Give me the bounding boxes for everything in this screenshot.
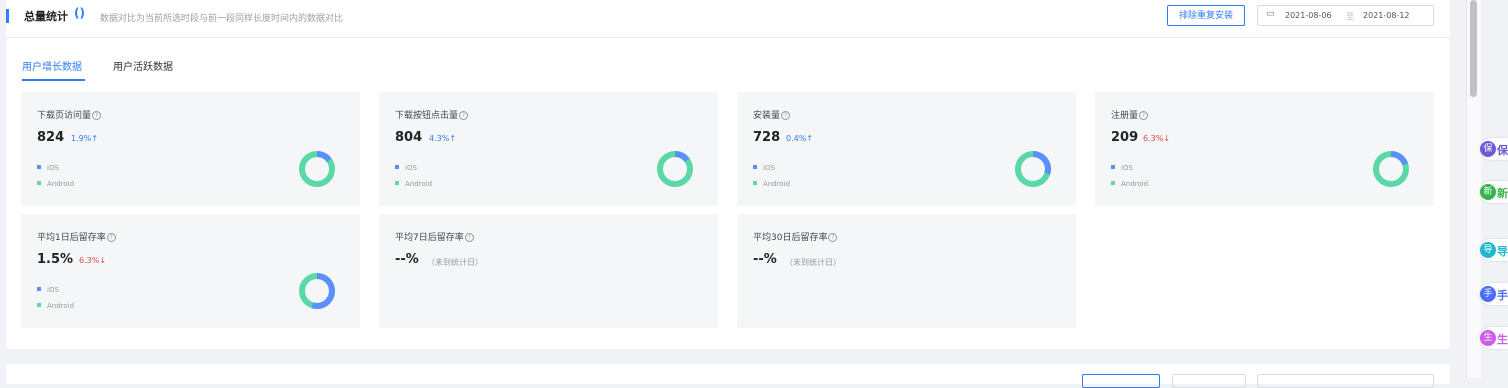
shortcut-icon: 新 xyxy=(1480,184,1496,200)
section-title: 总量统计 xyxy=(24,10,68,23)
next-panel-primary-button[interactable] xyxy=(1082,374,1160,388)
date-end[interactable]: 2021-08-12 xyxy=(1363,11,1410,20)
date-start[interactable]: 2021-08-06 xyxy=(1285,11,1332,20)
title-accent-bar xyxy=(6,9,9,23)
stat-card-day30-retention: 平均30日后留存率? --% （未到统计日） xyxy=(737,214,1076,328)
help-icon[interactable]: ? xyxy=(92,111,102,120)
next-panel xyxy=(6,364,1450,388)
floating-shortcut-4[interactable]: 手 手 xyxy=(1480,283,1508,305)
change-percent: 6.3%↓ xyxy=(1143,134,1171,143)
legend-ios: iOS xyxy=(753,164,775,172)
legend-android: Android xyxy=(395,180,432,188)
arrow-up-icon: ↑ xyxy=(806,134,814,143)
change-percent: 1.9%↑ xyxy=(71,134,99,143)
donut-chart xyxy=(299,151,335,187)
card-title: 下载页访问量? xyxy=(37,108,102,121)
stat-card-download-page-visits: 下载页访问量? 824 1.9%↑ iOS Android xyxy=(21,92,360,206)
not-reached-note: （未到统计日） xyxy=(427,258,483,267)
card-value: 804 xyxy=(395,130,423,145)
change-percent: 4.3%↑ xyxy=(429,134,457,143)
legend-ios: iOS xyxy=(395,164,417,172)
card-title: 平均1日后留存率? xyxy=(37,230,116,243)
legend-ios: iOS xyxy=(1111,164,1133,172)
shortcut-icon: 生 xyxy=(1480,330,1496,346)
stat-card-day1-retention: 平均1日后留存率? 1.5% 6.3%↓ iOS Android xyxy=(21,214,360,328)
card-title: 安装量? xyxy=(753,108,791,121)
exclude-duplicate-install-button[interactable]: 排除重复安装 xyxy=(1167,5,1245,26)
shortcut-label: 保 xyxy=(1497,144,1508,157)
arrow-down-icon: ↓ xyxy=(1163,134,1171,143)
next-panel-date-picker[interactable] xyxy=(1257,374,1434,388)
loading-spinner-icon: () xyxy=(74,6,85,20)
legend-android: Android xyxy=(753,180,790,188)
card-title: 平均30日后留存率? xyxy=(753,230,838,243)
shortcut-label: 新 xyxy=(1497,187,1508,200)
help-icon[interactable]: ? xyxy=(459,111,469,120)
shortcut-icon: 导 xyxy=(1480,242,1496,258)
shortcut-label: 导 xyxy=(1497,245,1508,258)
next-panel-secondary-button[interactable] xyxy=(1172,374,1246,388)
donut-chart xyxy=(657,151,693,187)
shortcut-label: 手 xyxy=(1497,289,1508,302)
card-title: 平均7日后留存率? xyxy=(395,230,474,243)
floating-shortcut-3[interactable]: 导 导 xyxy=(1480,239,1508,261)
arrow-up-icon: ↑ xyxy=(91,134,99,143)
donut-chart xyxy=(1373,151,1409,187)
not-reached-note: （未到统计日） xyxy=(785,258,841,267)
summary-header: 总量统计 () 数据对比为当前所选时段与前一段同样长度时间内的数据对比 排除重复… xyxy=(6,0,1450,38)
arrow-down-icon: ↓ xyxy=(99,256,107,265)
card-value: 728 xyxy=(753,130,781,145)
help-icon[interactable]: ? xyxy=(464,233,474,242)
card-title: 注册量? xyxy=(1111,108,1149,121)
legend-ios: iOS xyxy=(37,164,59,172)
floating-shortcut-2[interactable]: 新 新 xyxy=(1480,181,1508,203)
scrollbar-thumb[interactable] xyxy=(1470,0,1477,97)
help-icon[interactable]: ? xyxy=(828,233,838,242)
calendar-icon: ▭ xyxy=(1266,9,1275,19)
shortcut-icon: 手 xyxy=(1480,286,1496,302)
help-icon[interactable]: ? xyxy=(1139,111,1149,120)
donut-chart xyxy=(1015,151,1051,187)
shortcut-icon: 保 xyxy=(1480,141,1496,157)
date-separator: 至 xyxy=(1346,12,1354,21)
donut-chart xyxy=(299,273,335,309)
stat-card-day7-retention: 平均7日后留存率? --% （未到统计日） xyxy=(379,214,718,328)
legend-android: Android xyxy=(37,302,74,310)
active-tab-indicator xyxy=(22,79,85,81)
summary-panel: 总量统计 () 数据对比为当前所选时段与前一段同样长度时间内的数据对比 排除重复… xyxy=(6,0,1450,349)
card-value: --% xyxy=(395,252,419,267)
shortcut-label: 生 xyxy=(1497,333,1508,346)
stat-card-registrations: 注册量? 209 6.3%↓ iOS Android xyxy=(1095,92,1434,206)
stat-card-download-button-clicks: 下载按钮点击量? 804 4.3%↑ iOS Android xyxy=(379,92,718,206)
card-value: 209 xyxy=(1111,130,1139,145)
card-value: 1.5% xyxy=(37,252,74,267)
change-percent: 0.4%↑ xyxy=(786,134,814,143)
card-value: --% xyxy=(753,252,777,267)
floating-shortcut-1[interactable]: 保 保 xyxy=(1480,138,1508,160)
change-percent: 6.3%↓ xyxy=(79,256,107,265)
floating-shortcut-5[interactable]: 生 生 xyxy=(1480,327,1508,349)
tab-user-growth[interactable]: 用户增长数据 xyxy=(22,58,82,73)
help-icon[interactable]: ? xyxy=(106,233,116,242)
section-description: 数据对比为当前所选时段与前一段同样长度时间内的数据对比 xyxy=(100,14,344,24)
legend-ios: iOS xyxy=(37,286,59,294)
tab-user-activity[interactable]: 用户活跃数据 xyxy=(113,58,173,73)
date-range-picker[interactable]: ▭ 2021-08-06 至 2021-08-12 xyxy=(1257,5,1434,26)
stat-card-installs: 安装量? 728 0.4%↑ iOS Android xyxy=(737,92,1076,206)
legend-android: Android xyxy=(37,180,74,188)
arrow-up-icon: ↑ xyxy=(449,134,457,143)
help-icon[interactable]: ? xyxy=(781,111,791,120)
card-title: 下载按钮点击量? xyxy=(395,108,469,121)
legend-android: Android xyxy=(1111,180,1148,188)
card-value: 824 xyxy=(37,130,65,145)
